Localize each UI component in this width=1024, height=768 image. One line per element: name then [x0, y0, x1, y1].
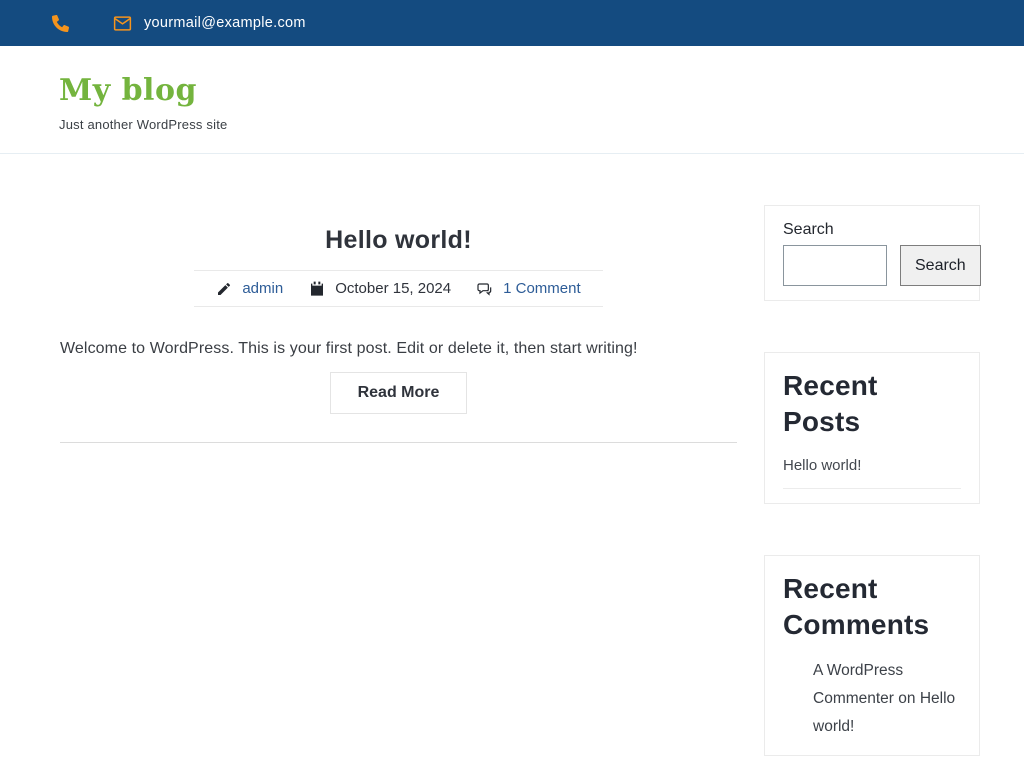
post-article: Hello world! admin October 15, 2024 — [60, 226, 737, 443]
topbar-email-link[interactable]: yourmail@example.com — [144, 15, 306, 31]
post-comments-link[interactable]: 1 Comment — [503, 280, 581, 297]
search-row: Search — [783, 245, 961, 286]
search-button[interactable]: Search — [900, 245, 981, 286]
recent-comments-title: Recent Comments — [783, 571, 961, 644]
recent-comments-widget: Recent Comments A WordPress Commenter on… — [764, 555, 980, 756]
comment-author-link[interactable]: A WordPress Commenter — [813, 662, 903, 707]
recent-posts-widget: Recent Posts Hello world! — [764, 352, 980, 504]
calendar-icon — [309, 281, 325, 297]
recent-post-link[interactable]: Hello world! — [783, 457, 961, 489]
read-more-wrap: Read More — [60, 372, 737, 414]
post-title[interactable]: Hello world! — [60, 226, 737, 255]
recent-posts-title: Recent Posts — [783, 368, 961, 441]
recent-comment-item: A WordPress Commenter on Hello world! — [783, 657, 961, 742]
envelope-icon — [113, 16, 132, 31]
pencil-icon — [216, 281, 232, 297]
post-meta: admin October 15, 2024 1 Comment — [194, 270, 602, 307]
site-title[interactable]: My blog — [59, 73, 1024, 108]
site-tagline: Just another WordPress site — [59, 117, 1024, 132]
post-date: October 15, 2024 — [335, 280, 451, 297]
search-input[interactable] — [783, 245, 887, 286]
post-meta-wrap: admin October 15, 2024 1 Comment — [60, 270, 737, 307]
comment-connector: on — [894, 690, 920, 707]
sidebar: Search Search Recent Posts Hello world! … — [764, 205, 980, 756]
read-more-button[interactable]: Read More — [330, 372, 468, 414]
main-column: Hello world! admin October 15, 2024 — [60, 205, 737, 756]
page-content: Hello world! admin October 15, 2024 — [0, 154, 1024, 756]
post-excerpt: Welcome to WordPress. This is your first… — [60, 340, 737, 358]
search-widget-label: Search — [783, 221, 961, 239]
phone-icon[interactable] — [52, 15, 69, 32]
site-header: My blog Just another WordPress site — [0, 46, 1024, 154]
post-author-link[interactable]: admin — [242, 280, 283, 297]
comments-icon — [477, 281, 493, 297]
post-divider — [60, 442, 737, 443]
topbar: yourmail@example.com — [0, 0, 1024, 46]
search-widget: Search Search — [764, 205, 980, 301]
